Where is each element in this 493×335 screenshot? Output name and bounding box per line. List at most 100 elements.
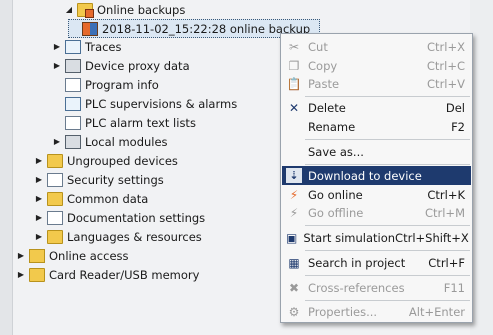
security-icon <box>47 172 63 187</box>
tree-item-label: 2018-11-02_15:22:28 online backup <box>102 21 311 36</box>
menu-separator <box>305 300 470 301</box>
paste-icon: 📋 <box>286 76 302 91</box>
menu-separator <box>305 164 470 165</box>
tree-item-label: Device proxy data <box>85 58 190 73</box>
collapsed-arrow-icon[interactable]: ▶ <box>16 270 26 280</box>
menu-item-label: Download to device <box>308 168 422 183</box>
menu-item-shortcut: Ctrl+K <box>427 187 465 202</box>
search-project-icon: ▦ <box>288 255 300 270</box>
tree-item-label: PLC supervisions & alarms <box>85 96 238 111</box>
menu-item-label: Start simulation <box>303 230 396 245</box>
collapsed-arrow-icon[interactable]: ▶ <box>52 137 62 147</box>
documentation-icon <box>47 210 63 225</box>
tree-item-label: Documentation settings <box>67 210 206 225</box>
collapsed-arrow-icon[interactable]: ▶ <box>34 232 44 242</box>
delete-x-icon: ✕ <box>288 100 300 115</box>
menu-item-go-offline[interactable]: ⚡ Go offline Ctrl+M <box>282 203 471 222</box>
collapsed-arrow-icon[interactable]: ▶ <box>34 175 44 185</box>
tree-item-label: Ungrouped devices <box>67 153 178 168</box>
expanded-arrow-icon[interactable]: ◢ <box>64 5 74 15</box>
scissors-icon: ✂ <box>288 39 300 54</box>
collapsed-arrow-icon[interactable]: ▶ <box>34 194 44 204</box>
menu-item-shortcut: Ctrl+F <box>428 255 465 270</box>
menu-item-download-to-device[interactable]: ⇣ Download to device <box>282 166 471 185</box>
simulation-icon: ▣ <box>286 230 298 245</box>
menu-separator <box>305 139 470 140</box>
menu-item-shortcut: Ctrl+X <box>427 39 465 54</box>
menu-item-shortcut: Ctrl+M <box>424 205 465 220</box>
menu-item-shortcut: Alt+Enter <box>408 304 465 319</box>
tree-item-label: Common data <box>67 191 149 206</box>
backup-file-icon <box>82 21 98 36</box>
tree-item-label: PLC alarm text lists <box>85 115 196 130</box>
menu-item-shortcut: Del <box>445 100 465 115</box>
menu-item-label: Search in project <box>308 255 406 270</box>
menu-item-label: Save as... <box>308 144 364 159</box>
context-menu: ✂ Cut Ctrl+X ❐ Copy Ctrl+C 📋 Paste Ctrl+… <box>280 33 473 323</box>
copy-icon: ❐ <box>288 58 300 73</box>
collapsed-arrow-icon[interactable]: ▶ <box>52 42 62 52</box>
tree-item-online-backups[interactable]: ◢ Online backups <box>12 0 493 19</box>
online-access-icon <box>29 248 45 263</box>
menu-item-cross-references[interactable]: ✖ Cross-references F11 <box>282 278 471 297</box>
menu-item-label: Properties... <box>308 304 378 319</box>
menu-separator <box>305 275 470 276</box>
cross-references-icon: ✖ <box>288 280 300 295</box>
download-icon: ⇣ <box>286 168 302 183</box>
menu-item-start-simulation[interactable]: ▣ Start simulation Ctrl+Shift+X <box>282 228 471 247</box>
menu-separator <box>305 96 470 97</box>
languages-icon <box>47 229 63 244</box>
tree-item-label: Traces <box>85 39 122 54</box>
tree-item-label: Online access <box>49 248 129 263</box>
collapsed-arrow-icon[interactable]: ▶ <box>34 213 44 223</box>
menu-item-label: Paste <box>308 76 340 91</box>
card-reader-icon <box>29 267 45 282</box>
collapsed-arrow-icon[interactable]: ▶ <box>34 156 44 166</box>
menu-item-shortcut: Ctrl+Shift+X <box>395 230 469 245</box>
traces-icon <box>65 39 81 54</box>
menu-item-rename[interactable]: Rename F2 <box>282 117 471 136</box>
menu-item-label: Go offline <box>308 205 364 220</box>
tree-item-label: Local modules <box>85 134 168 149</box>
menu-item-shortcut: F2 <box>451 119 465 134</box>
tree-item-label: Program info <box>85 77 159 92</box>
common-data-icon <box>47 191 63 206</box>
menu-item-go-online[interactable]: ⚡ Go online Ctrl+K <box>282 185 471 204</box>
menu-separator <box>305 250 470 251</box>
menu-item-label: Delete <box>308 100 346 115</box>
menu-item-shortcut: Ctrl+C <box>426 58 465 73</box>
device-proxy-icon <box>65 58 81 73</box>
menu-item-search-in-project[interactable]: ▦ Search in project Ctrl+F <box>282 253 471 272</box>
menu-item-label: Cut <box>308 39 328 54</box>
online-backups-icon <box>77 2 94 18</box>
tree-item-label: Languages & resources <box>67 229 202 244</box>
menu-separator <box>305 225 470 226</box>
menu-item-properties[interactable]: ⚙ Properties... Alt+Enter <box>282 302 471 321</box>
plc-supervision-icon <box>65 96 81 111</box>
menu-item-label: Go online <box>308 187 363 202</box>
tree-item-label: Card Reader/USB memory <box>49 267 200 282</box>
collapsed-arrow-icon[interactable]: ▶ <box>52 61 62 71</box>
collapsed-arrow-icon[interactable]: ▶ <box>16 251 26 261</box>
alarm-text-list-icon <box>65 115 81 130</box>
menu-item-delete[interactable]: ✕ Delete Del <box>282 98 471 117</box>
menu-item-label: Copy <box>308 58 338 73</box>
menu-item-paste[interactable]: 📋 Paste Ctrl+V <box>282 74 471 93</box>
folder-icon <box>47 153 63 168</box>
menu-item-cut[interactable]: ✂ Cut Ctrl+X <box>282 37 471 56</box>
go-online-icon: ⚡ <box>289 187 299 202</box>
tree-item-label: Online backups <box>97 2 186 17</box>
properties-icon: ⚙ <box>288 304 300 319</box>
menu-item-copy[interactable]: ❐ Copy Ctrl+C <box>282 56 471 75</box>
menu-item-shortcut: F11 <box>443 280 465 295</box>
blank-icon <box>286 144 302 159</box>
right-gutter <box>470 0 493 335</box>
menu-item-shortcut: Ctrl+V <box>427 76 465 91</box>
go-offline-icon: ⚡ <box>289 205 299 220</box>
menu-item-save-as[interactable]: Save as... <box>282 142 471 161</box>
local-modules-icon <box>65 134 81 149</box>
program-info-icon <box>65 77 81 92</box>
menu-item-label: Cross-references <box>308 280 405 295</box>
menu-item-label: Rename <box>308 119 356 134</box>
blank-icon <box>286 119 302 134</box>
